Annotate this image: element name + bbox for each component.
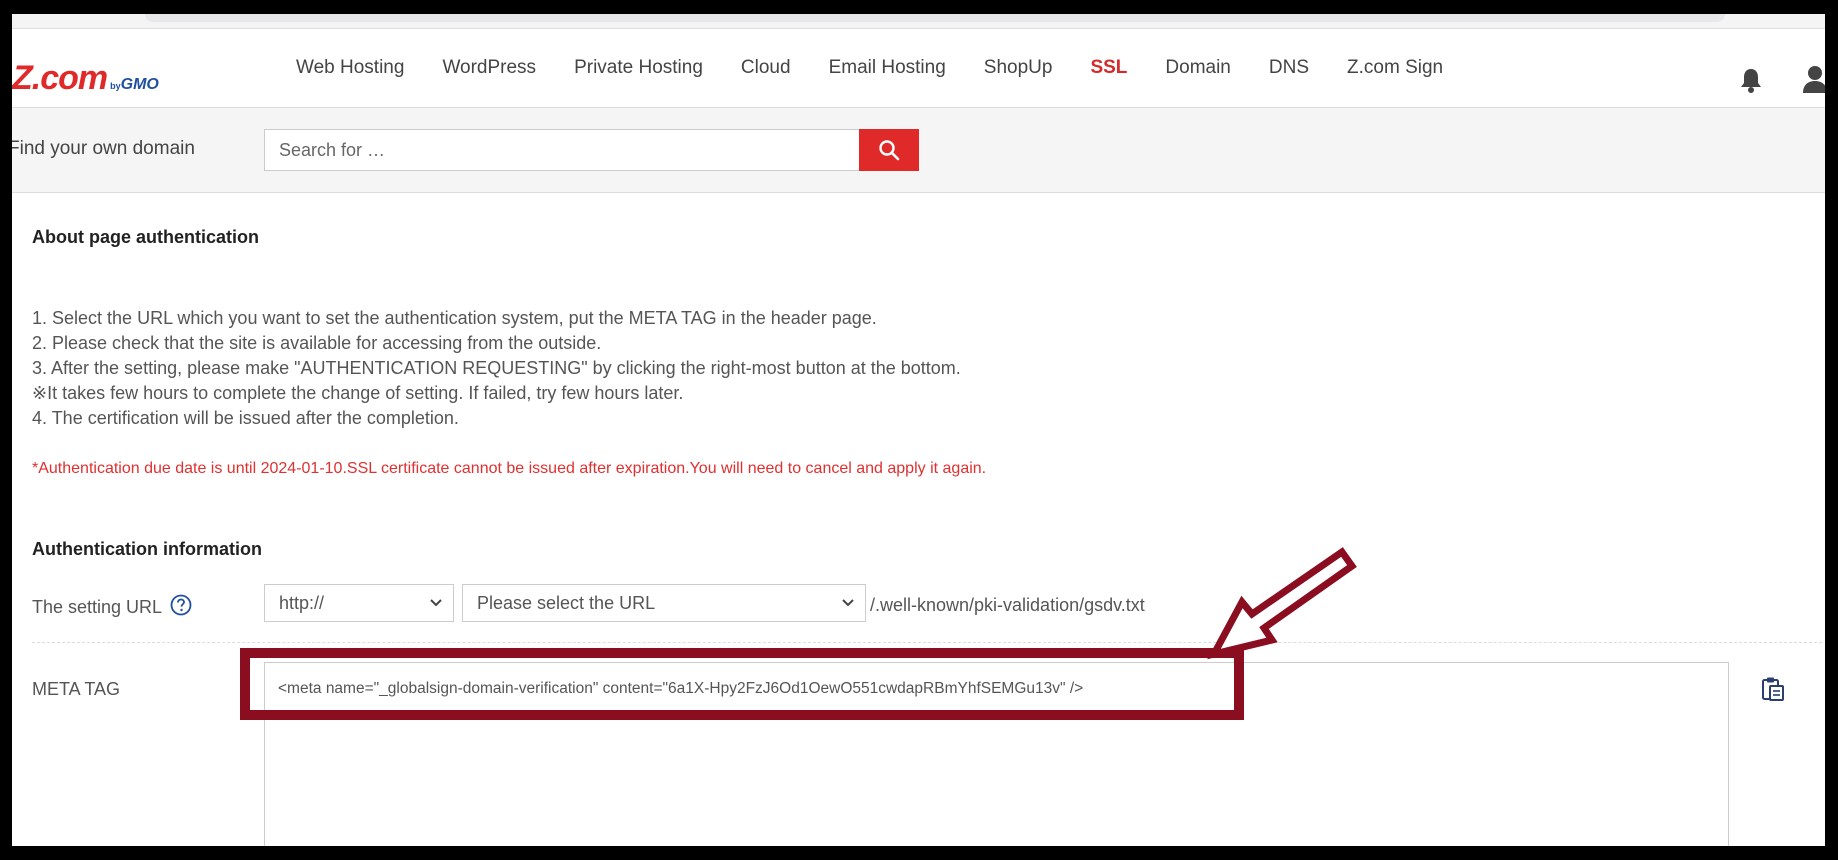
protocol-select-value: http:// [279, 592, 325, 613]
nav-menu: Web Hosting WordPress Private Hosting Cl… [296, 29, 1481, 107]
url-path-suffix: /.well-known/pki-validation/gsdv.txt [870, 595, 1145, 615]
nav-item-zcom-sign[interactable]: Z.com Sign [1347, 57, 1443, 79]
instruction-steps: 1. Select the URL which you want to set … [32, 306, 961, 431]
browser-chrome [12, 14, 1825, 28]
main-content: About page authentication 1. Select the … [12, 194, 1825, 846]
nav-item-shopup[interactable]: ShopUp [984, 57, 1053, 79]
annotation-arrow-icon [1207, 547, 1357, 660]
browser-viewport: Z.com by GMO Web Hosting WordPress Priva… [12, 14, 1825, 846]
nav-item-private-hosting[interactable]: Private Hosting [574, 57, 703, 79]
nav-item-dns[interactable]: DNS [1269, 57, 1309, 79]
chevron-down-icon [842, 599, 854, 607]
logo-gmo: GMO [120, 76, 159, 93]
help-icon[interactable] [170, 594, 192, 616]
logo-text: Z.com [12, 59, 108, 97]
search-button[interactable] [859, 129, 919, 171]
meta-tag-label: META TAG [32, 679, 121, 699]
step-1: 1. Select the URL which you want to set … [32, 308, 877, 328]
bell-icon[interactable] [1740, 67, 1762, 93]
top-navigation: Z.com by GMO Web Hosting WordPress Priva… [12, 28, 1825, 108]
step-4: 4. The certification will be issued afte… [32, 408, 459, 428]
nav-item-wordpress[interactable]: WordPress [442, 57, 536, 79]
domain-search-input[interactable] [264, 129, 862, 171]
auth-info-title: Authentication information [32, 539, 262, 559]
clipboard-copy-icon[interactable] [1761, 676, 1785, 702]
due-date-notice: *Authentication due date is until 2024-0… [32, 460, 987, 477]
logo-by: by [110, 81, 121, 91]
nav-item-web-hosting[interactable]: Web Hosting [296, 57, 404, 79]
setting-url-label: The setting URL [32, 594, 192, 618]
url-select[interactable]: Please select the URL [462, 584, 866, 622]
chevron-down-icon [430, 599, 442, 607]
user-icon[interactable] [1802, 65, 1825, 93]
search-icon [879, 140, 900, 161]
step-note: ※It takes few hours to complete the chan… [32, 383, 684, 403]
nav-item-cloud[interactable]: Cloud [741, 57, 791, 79]
about-title: About page authentication [32, 227, 259, 247]
domain-search-bar: Find your own domain [12, 108, 1825, 193]
zcom-logo[interactable]: Z.com by GMO [12, 59, 159, 97]
meta-tag-value: <meta name="_globalsign-domain-verificat… [278, 680, 1084, 697]
url-select-value: Please select the URL [477, 592, 656, 613]
setting-url-label-text: The setting URL [32, 597, 162, 617]
protocol-select[interactable]: http:// [264, 584, 454, 622]
step-2: 2. Please check that the site is availab… [32, 333, 602, 353]
nav-item-email-hosting[interactable]: Email Hosting [829, 57, 946, 79]
row-divider [32, 642, 1822, 643]
nav-item-ssl[interactable]: SSL [1090, 57, 1127, 79]
search-label: Find your own domain [12, 138, 195, 159]
step-3: 3. After the setting, please make "AUTHE… [32, 358, 961, 378]
nav-item-domain[interactable]: Domain [1165, 57, 1230, 79]
